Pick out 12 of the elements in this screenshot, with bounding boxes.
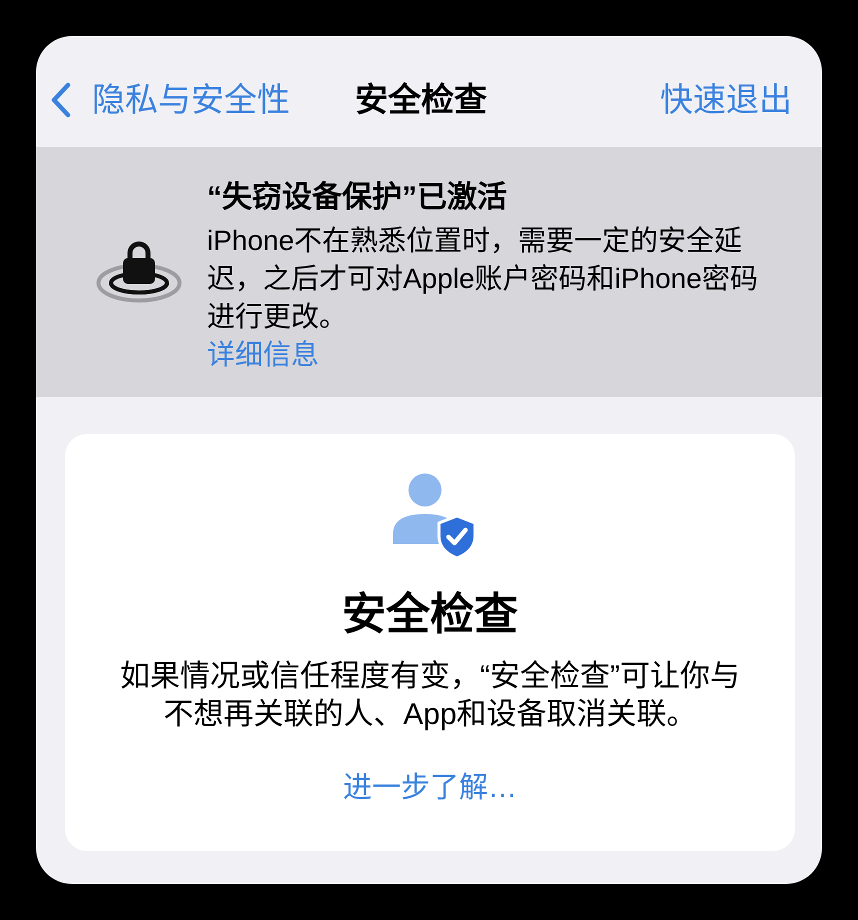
card-description: 如果情况或信任程度有变，“安全检查”可让你与不想再关联的人、App和设备取消关联。 [119,659,741,733]
learn-more-link[interactable]: 进一步了解… [343,769,517,807]
banner-title: “失窃设备保护”已激活 [207,180,508,216]
banner-description: iPhone不在熟悉位置时，需要一定的安全延迟，之后才可对Apple账户密码和iPhone密码进行更改。 [207,224,759,334]
card-title: 安全检查 [342,589,518,641]
back-button[interactable]: 隐私与安全性 [50,78,290,122]
padlock-icon [96,241,182,303]
person-shield-icon [392,472,476,558]
quick-exit-button[interactable]: 快速退出 [660,78,792,122]
screen-title: 安全检查 [355,80,487,120]
details-link[interactable]: 详细信息 [207,336,319,374]
chevron-left-icon [50,82,72,118]
